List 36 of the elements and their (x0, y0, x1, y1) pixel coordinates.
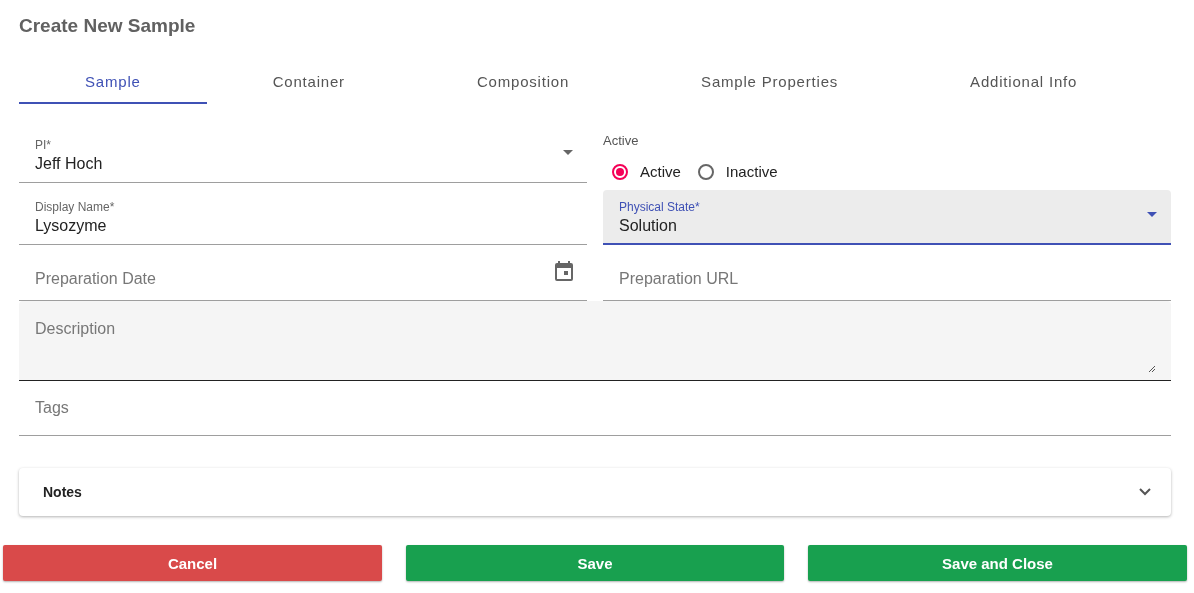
field-label: Display Name* (35, 200, 116, 214)
radio-option[interactable]: Active (603, 163, 689, 180)
field-placeholder: Tags (35, 399, 70, 417)
field-value: Jeff Hoch (35, 154, 104, 174)
calendar-icon[interactable] (555, 261, 573, 281)
tab[interactable]: Container (206, 60, 411, 104)
resize-grip-icon[interactable] (1148, 365, 1155, 372)
tab[interactable]: Additional Info (904, 60, 1144, 104)
radio-label: Active (640, 163, 681, 180)
dropdown-caret-icon[interactable] (1147, 212, 1157, 217)
field-placeholder: Preparation Date (35, 270, 157, 288)
textarea-field[interactable]: Description (19, 301, 1171, 381)
chevron-icon[interactable] (1139, 488, 1151, 496)
accordion-title: Notes (43, 484, 82, 500)
dropdown-caret-icon[interactable] (563, 150, 573, 155)
text-field[interactable]: Display Name* Lysozyme (19, 190, 587, 245)
radio-label: Inactive (725, 163, 778, 180)
tab[interactable]: Composition (410, 60, 636, 104)
tab[interactable]: Sample Properties (635, 60, 905, 104)
select-field[interactable]: PI* Jeff Hoch (19, 128, 587, 183)
field-label: Active (603, 133, 640, 148)
field-value: Solution (619, 216, 678, 236)
tab[interactable]: Sample (19, 60, 207, 104)
tags-field[interactable]: Tags (19, 381, 1171, 436)
field-value: Lysozyme (35, 216, 108, 236)
page-title: Create New Sample (19, 14, 197, 38)
radio-button[interactable] (612, 163, 628, 180)
select-field[interactable]: Physical State* Solution (603, 190, 1171, 245)
radio-option[interactable]: Inactive (688, 163, 786, 180)
field-placeholder: Description (35, 320, 117, 338)
radio-button[interactable] (697, 163, 714, 180)
field-label: PI* (35, 138, 52, 152)
field-placeholder: Preparation URL (619, 270, 740, 288)
notes-accordion[interactable]: Notes (19, 468, 1171, 516)
cancel-button[interactable]: Cancel (3, 545, 382, 581)
field-label: Physical State* (619, 200, 701, 214)
